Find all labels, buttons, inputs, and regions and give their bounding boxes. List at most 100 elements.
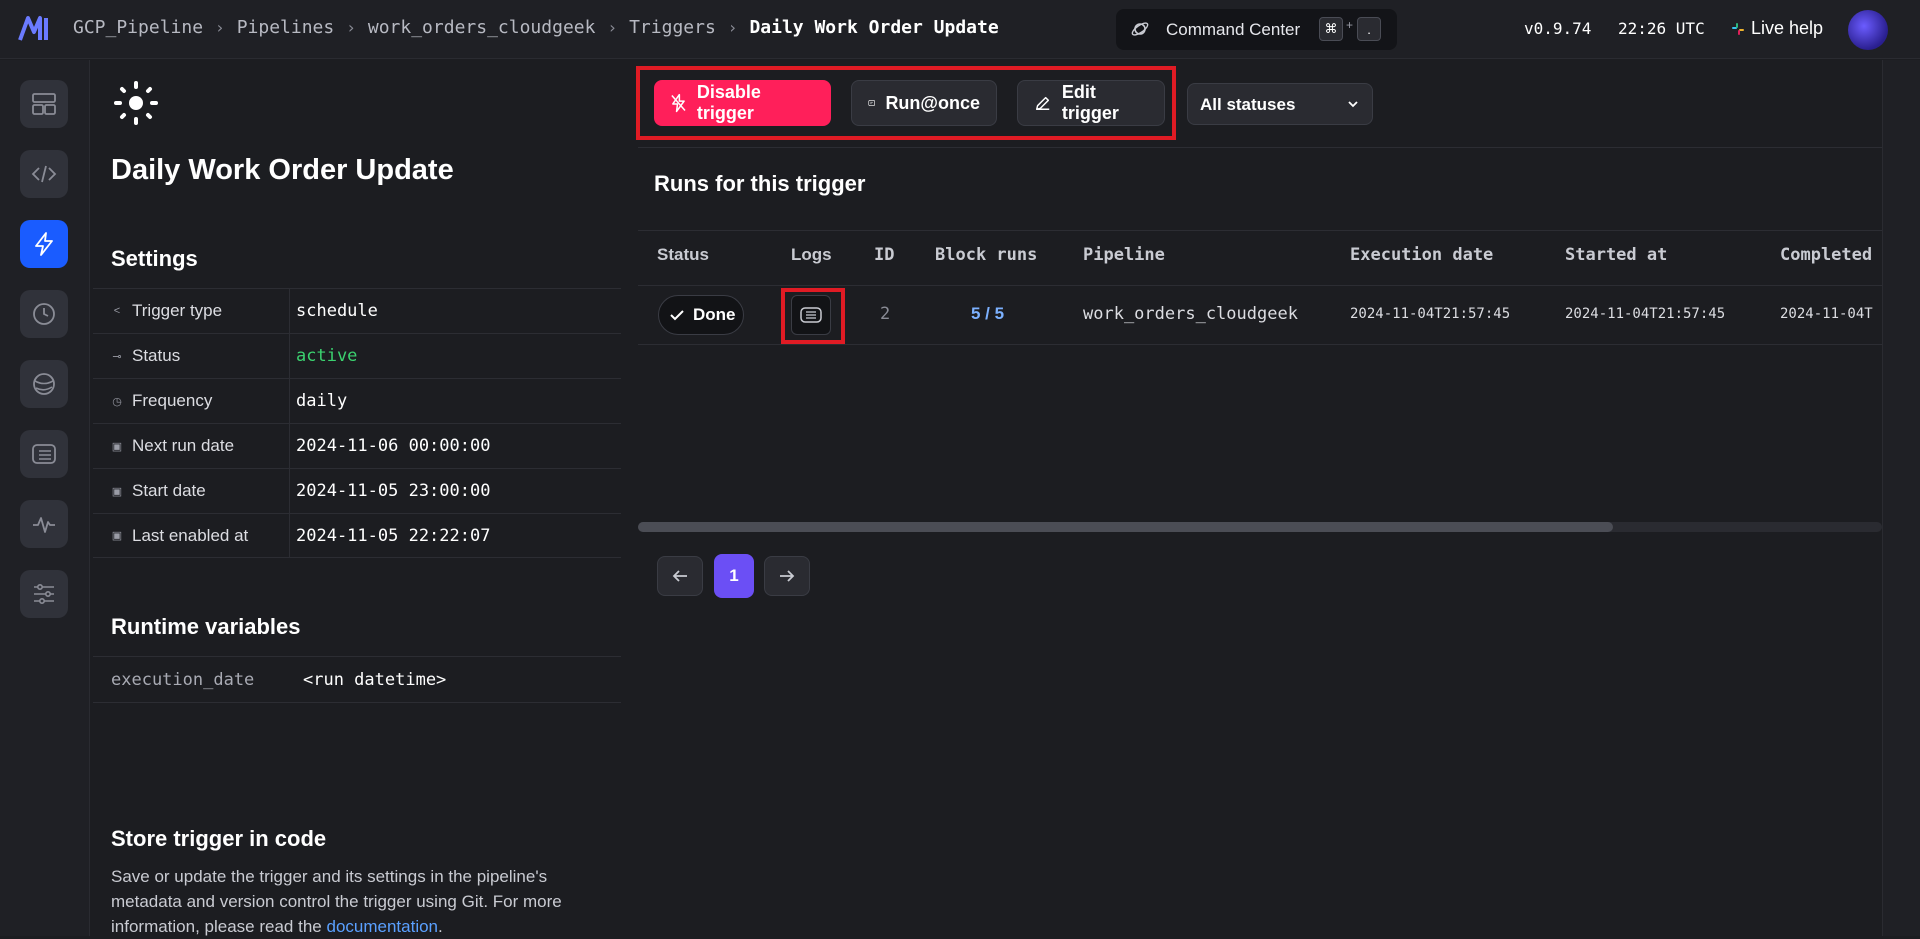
- live-help-label: Live help: [1751, 18, 1824, 38]
- status-badge[interactable]: Done: [658, 295, 744, 335]
- breadcrumb-item-project[interactable]: GCP_Pipeline: [73, 17, 203, 38]
- store-trigger-heading: Store trigger in code: [111, 826, 327, 851]
- sliders-icon: [34, 584, 54, 604]
- settings-label: Trigger type: [132, 301, 223, 320]
- execution-date-value: 2024-11-04T21:57:45: [1350, 306, 1511, 322]
- settings-label: Last enabled at: [132, 525, 249, 545]
- pencil-icon: [1035, 96, 1050, 110]
- status-filter-select[interactable]: All statuses: [1187, 83, 1373, 125]
- logs-button[interactable]: [791, 295, 831, 335]
- settings-table: < Trigger type schedule ⊸ Status active ◷ F…: [93, 288, 621, 558]
- terminal-icon: [32, 444, 56, 464]
- nav-settings-button[interactable]: [20, 570, 68, 618]
- nav-monitor-button[interactable]: [20, 500, 68, 548]
- run-once-button[interactable]: Run@once: [851, 80, 997, 126]
- settings-value: daily: [296, 391, 348, 411]
- nav-global-button[interactable]: [20, 360, 68, 408]
- slack-icon: [1732, 22, 1744, 35]
- settings-row: ▣ Last enabled at 2024-11-05 22:22:07: [93, 513, 621, 558]
- avatar[interactable]: [1848, 10, 1888, 50]
- scrollbar-thumb[interactable]: [638, 522, 1613, 532]
- column-header-logs[interactable]: Logs: [791, 245, 832, 265]
- settings-value: 2024-11-05 22:22:07: [296, 525, 491, 546]
- documentation-link[interactable]: documentation: [326, 917, 438, 936]
- settings-value: 2024-11-05 23:00:00: [296, 481, 491, 501]
- block-runs-link[interactable]: 5 / 5: [971, 304, 1004, 324]
- breadcrumb-item-current: Daily Work Order Update: [749, 17, 999, 38]
- chevron-right-icon: ›: [346, 18, 356, 37]
- breadcrumb-item-triggers[interactable]: Triggers: [629, 17, 716, 38]
- settings-row: < Trigger type schedule: [93, 288, 621, 333]
- right-panel-edge: [1882, 60, 1920, 936]
- started-at-value: 2024-11-04T21:57:45: [1565, 306, 1726, 322]
- column-header-status[interactable]: Status: [657, 245, 709, 265]
- pulse-icon: [33, 517, 55, 533]
- page-title: Daily Work Order Update: [111, 154, 454, 186]
- plus-sign: +: [1346, 18, 1354, 32]
- settings-heading: Settings: [111, 246, 198, 271]
- settings-label: Status: [132, 346, 181, 365]
- version-label: v0.9.74: [1524, 19, 1592, 38]
- sun-icon: [114, 81, 158, 125]
- column-header-started-at[interactable]: Started at: [1565, 245, 1667, 265]
- calendar-icon: ▣: [111, 530, 123, 542]
- cmd-key: ⌘: [1319, 17, 1343, 41]
- run-id: 2: [880, 304, 891, 324]
- next-page-button[interactable]: [764, 556, 810, 596]
- left-nav: [0, 60, 90, 936]
- settings-value: 2024-11-06 00:00:00: [296, 436, 491, 456]
- chevron-right-icon: ›: [607, 18, 618, 37]
- runs-heading: Runs for this trigger: [654, 171, 866, 196]
- column-header-execution-date[interactable]: Execution date: [1350, 245, 1493, 265]
- settings-label: Frequency: [132, 391, 213, 410]
- runtime-variable-value: <run datetime>: [303, 670, 447, 690]
- nav-files-button[interactable]: [20, 430, 68, 478]
- pipeline-name: work_orders_cloudgeek: [1083, 304, 1298, 324]
- live-help-link[interactable]: Live help: [1731, 18, 1823, 39]
- nav-triggers-button[interactable]: [20, 220, 68, 268]
- nav-dashboard-button[interactable]: [20, 80, 68, 128]
- settings-row: ◷ Frequency daily: [93, 378, 621, 423]
- chevron-right-icon: ›: [215, 18, 225, 37]
- disable-trigger-button[interactable]: Disable trigger: [654, 80, 831, 126]
- settings-label: Next run date: [132, 436, 235, 455]
- chevron-down-icon: [1348, 101, 1358, 108]
- settings-value: schedule: [296, 301, 378, 321]
- lightning-icon: [35, 232, 53, 256]
- edit-trigger-button[interactable]: Edit trigger: [1017, 80, 1165, 126]
- column-header-pipeline[interactable]: Pipeline: [1083, 245, 1165, 265]
- column-header-completed[interactable]: Completed: [1780, 245, 1872, 265]
- store-trigger-end: .: [438, 917, 443, 936]
- previous-page-button[interactable]: [657, 556, 703, 596]
- page-number-button[interactable]: 1: [714, 554, 754, 598]
- toggle-icon: ⊸: [112, 350, 122, 363]
- command-center-button[interactable]: Command Center ⌘ .: [1116, 9, 1397, 50]
- period-key: .: [1357, 17, 1381, 41]
- settings-row: ▣ Next run date 2024-11-06 00:00:00: [93, 423, 621, 468]
- nav-code-button[interactable]: [20, 150, 68, 198]
- code-icon: [31, 165, 57, 183]
- status-badge-label: Done: [693, 305, 736, 324]
- top-header: GCP_Pipeline › Pipelines › work_orders_c…: [0, 0, 1920, 59]
- column-header-id[interactable]: ID: [874, 245, 894, 265]
- globe-icon: [33, 373, 55, 395]
- run-once-icon: [868, 100, 875, 106]
- runtime-variable-row: execution_date <run datetime>: [93, 656, 621, 703]
- disable-trigger-label: Disable trigger: [696, 82, 761, 123]
- breadcrumb-item-pipeline[interactable]: work_orders_cloudgeek: [368, 17, 596, 38]
- settings-label: Start date: [132, 481, 206, 500]
- status-filter-value: All statuses: [1200, 95, 1296, 114]
- mage-logo-icon[interactable]: [18, 14, 54, 42]
- time-label: 22:26 UTC: [1618, 19, 1705, 38]
- clock-icon: [33, 303, 55, 325]
- nav-schedule-button[interactable]: [20, 290, 68, 338]
- lightning-off-icon: [671, 93, 686, 113]
- column-header-block-runs[interactable]: Block runs: [935, 245, 1037, 265]
- arrow-left-icon: [672, 570, 687, 582]
- store-trigger-description: Save or update the trigger and its setti…: [111, 864, 601, 939]
- arrow-right-icon: [780, 570, 795, 582]
- breadcrumb-item-pipelines[interactable]: Pipelines: [237, 17, 335, 38]
- divider: [638, 230, 1882, 231]
- share-icon: <: [113, 305, 121, 317]
- logs-icon: [800, 307, 822, 323]
